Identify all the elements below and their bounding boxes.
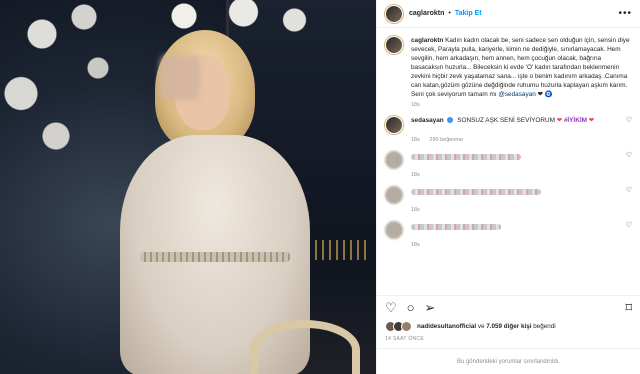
- post-side-panel: caglaroktn • Takip Et ••• caglaroktn Kad…: [376, 0, 640, 374]
- post-username[interactable]: caglaroktn: [409, 10, 444, 17]
- comment-item: sedasayan SONSUZ AŞK SENİ SEVİYORUM ❤ #İ…: [385, 116, 632, 143]
- liker-avatar[interactable]: [401, 321, 412, 332]
- avatar[interactable]: [385, 4, 403, 23]
- post-header: caglaroktn • Takip Et •••: [377, 0, 640, 28]
- comment-like-icon[interactable]: ♡: [622, 221, 632, 229]
- comments-list[interactable]: caglaroktn Kadın kadın olacak be, seni s…: [377, 28, 640, 295]
- caption: caglaroktn Kadın kadın olacak be, seni s…: [411, 36, 632, 99]
- likes-text: nadidesultanofficial ve 7.059 diğer kişi…: [417, 323, 556, 330]
- separator-dot: •: [448, 10, 451, 17]
- caption-emojis: ❤ 🧿: [537, 91, 553, 98]
- comment-icon[interactable]: ○: [407, 301, 415, 314]
- redacted-comment: ♡ 18s: [385, 186, 632, 213]
- caption-avatar[interactable]: [385, 36, 403, 54]
- comments-limited-notice: Bu gönderideki yorumlar sınırlandırıldı.: [377, 348, 640, 374]
- chair-back: [250, 320, 360, 374]
- verified-icon: [447, 117, 454, 124]
- comment-like-icon[interactable]: ♡: [622, 116, 632, 124]
- comment-time: 18s: [411, 242, 420, 248]
- liker-username[interactable]: nadidesultanofficial: [417, 323, 476, 330]
- comment-hashtag[interactable]: #İYİKİM: [564, 117, 587, 124]
- more-options-icon[interactable]: •••: [618, 8, 632, 19]
- blurred-avatar: [385, 151, 403, 169]
- comment-body: sedasayan SONSUZ AŞK SENİ SEVİYORUM ❤ #İ…: [411, 116, 594, 125]
- blurred-comment-text: [411, 189, 541, 195]
- bookmark-icon[interactable]: ⌑: [625, 301, 632, 314]
- comment-time: 18s: [411, 172, 420, 178]
- heart-icon[interactable]: ♡: [385, 301, 397, 314]
- comment-likes[interactable]: 290 beğenme: [429, 137, 463, 143]
- likes-connector: ve: [477, 323, 485, 330]
- caption-time[interactable]: 18s: [411, 102, 420, 108]
- blurred-comment-text: [411, 154, 521, 160]
- redacted-comment: ♡ 18s: [385, 221, 632, 248]
- action-bar: ♡ ○ ➢ ⌑: [377, 295, 640, 319]
- instagram-post: caglaroktn • Takip Et ••• caglaroktn Kad…: [0, 0, 640, 374]
- post-photo[interactable]: [0, 0, 376, 374]
- caption-text: Kadın kadın olacak be, seni sadece sen o…: [411, 37, 630, 98]
- blurred-avatar: [385, 186, 403, 204]
- comment-like-icon[interactable]: ♡: [622, 151, 632, 159]
- beaded-belt: [140, 252, 290, 262]
- share-icon[interactable]: ➢: [425, 301, 436, 314]
- comment-avatar[interactable]: [385, 116, 403, 134]
- redacted-comment: ♡ 18s: [385, 151, 632, 178]
- comment-time: 18s: [411, 207, 420, 213]
- follow-button[interactable]: Takip Et: [455, 10, 482, 17]
- blurred-comment-text: [411, 224, 501, 230]
- comment-heart-emoji-2: ❤: [588, 117, 595, 124]
- post-timestamp[interactable]: 14 SAAT ÖNCE: [377, 334, 640, 348]
- comment-text: SONSUZ AŞK SENİ SEVİYORUM: [457, 117, 555, 124]
- blurred-avatar: [385, 221, 403, 239]
- comment-like-icon[interactable]: ♡: [622, 186, 632, 194]
- caption-block: caglaroktn Kadın kadın olacak be, seni s…: [385, 36, 632, 108]
- blurred-cigarette: [160, 55, 200, 100]
- likes-suffix: beğendi: [533, 323, 556, 330]
- comment-heart-emoji: ❤: [556, 117, 563, 124]
- comment-time: 18s: [411, 137, 420, 143]
- caption-mention[interactable]: @sedasayan: [498, 91, 535, 98]
- likes-summary: nadidesultanofficial ve 7.059 diğer kişi…: [377, 319, 640, 334]
- likes-count[interactable]: 7.059 diğer kişi: [486, 323, 531, 330]
- comment-username[interactable]: sedasayan: [411, 117, 444, 124]
- caption-username[interactable]: caglaroktn: [411, 37, 443, 44]
